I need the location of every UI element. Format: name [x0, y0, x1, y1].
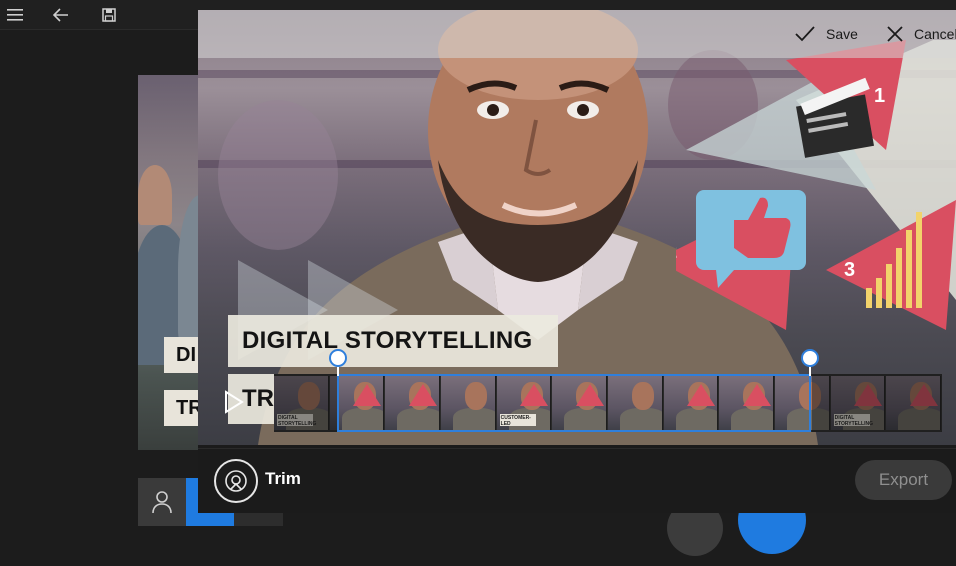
save-disk-icon[interactable]: [96, 3, 122, 27]
unselected-range-right: [811, 374, 942, 432]
trim-end-handle[interactable]: [801, 349, 819, 367]
overlay-number-3: 3: [844, 259, 855, 281]
unselected-range-left: [274, 374, 337, 432]
video-preview: 1 2 3 DIGITAL STORYTELLING TR: [198, 10, 956, 445]
video-caption-title: DIGITAL STORYTELLING: [228, 315, 558, 367]
play-icon[interactable]: [224, 390, 244, 414]
trim-dialog: 1 2 3 DIGITAL STORYTELLING TR: [198, 10, 956, 513]
back-arrow-icon[interactable]: [48, 3, 74, 27]
save-label: Save: [826, 26, 858, 42]
trim-selection-range[interactable]: [337, 374, 811, 432]
user-button[interactable]: [138, 478, 186, 526]
cancel-button[interactable]: Cancel: [886, 20, 956, 48]
close-icon: [887, 26, 903, 42]
trim-icon: [214, 459, 258, 503]
social-media-graphic: 1 2 3: [676, 40, 956, 330]
background-person: [138, 165, 172, 225]
hamburger-menu-icon[interactable]: [2, 3, 28, 27]
user-icon: [152, 491, 172, 514]
checkmark-icon: [795, 26, 815, 42]
command-bar: Save Cancel: [198, 10, 956, 58]
trim-label: Trim: [265, 469, 301, 488]
trim-action-bar: Trim Export: [198, 448, 956, 513]
overlay-number-1: 1: [874, 85, 885, 107]
save-button[interactable]: Save: [794, 20, 858, 48]
trim-start-handle[interactable]: [329, 349, 347, 367]
cancel-label: Cancel: [914, 26, 956, 42]
export-button[interactable]: Export: [855, 460, 952, 500]
overlay-number-2: 2: [676, 241, 677, 263]
